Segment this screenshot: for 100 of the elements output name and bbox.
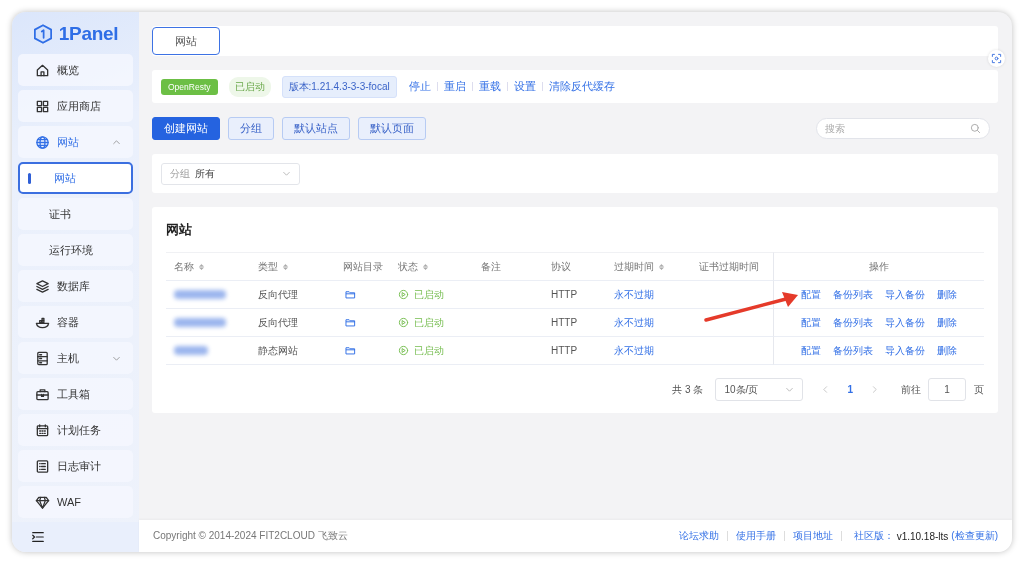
action-link[interactable]: 设置 [507,79,542,94]
sort-icon [198,261,205,272]
sidebar-item[interactable]: 容器 [18,306,133,338]
action-link[interactable]: 备份列表 [833,315,873,330]
toolbox-icon [35,386,50,402]
column-header[interactable]: 类型 [250,252,335,281]
version-tag: 版本:1.21.4.3-3-3-focal [281,75,397,98]
page-input[interactable]: 1 [928,378,966,401]
blurred-name [174,290,226,299]
edition-label: 社区版： [853,529,894,543]
footer-link[interactable]: 项目地址 [784,529,841,543]
action-link[interactable]: 停止 [402,79,437,94]
search-icon [970,123,981,134]
folder-icon [345,289,356,300]
action-link[interactable]: 导入备份 [885,343,925,358]
sidebar-item[interactable]: 网站 [18,126,133,158]
blurred-name [174,346,208,355]
action-link[interactable]: 导入备份 [885,315,925,330]
page-tab[interactable]: 网站 [152,27,220,55]
action-link[interactable]: 清除反代缓存 [542,79,621,94]
column-header: 协议 [543,252,606,281]
action-link[interactable]: 导入备份 [885,287,925,302]
sidebar-item[interactable]: 运行环境 [18,234,133,266]
sidebar-item[interactable]: 数据库 [18,270,133,302]
folder-icon [345,345,356,356]
update-link[interactable]: (检查更新) [951,529,998,543]
footer-link[interactable]: 论坛求助 [670,529,727,543]
action-link[interactable]: 删除 [937,343,957,358]
folder-icon [345,317,356,328]
action-link[interactable]: 删除 [937,287,957,302]
diamond-icon [35,494,50,510]
chevron-down-icon [785,385,795,394]
page-number[interactable]: 1 [847,384,853,395]
sidebar-item[interactable]: 计划任务 [18,414,133,446]
column-header[interactable]: 过期时间 [606,252,691,281]
calendar-icon [35,422,50,438]
chevron-right-icon [870,385,879,394]
section-title: 网站 [166,221,193,239]
column-header: 证书过期时间 [691,252,773,281]
expiry-link[interactable]: 永不过期 [614,287,654,302]
table-cell: HTTP [543,309,606,337]
expiry-link[interactable]: 永不过期 [614,315,654,330]
sidebar-item[interactable]: WAF [18,486,133,518]
active-indicator [28,172,31,184]
toolbar-button[interactable]: 创建网站 [152,117,220,140]
page-size-select[interactable]: 10条/页 [715,378,804,401]
grid-icon [35,98,50,114]
action-link[interactable]: 配置 [801,287,821,302]
sidebar-item[interactable]: 证书 [18,198,133,230]
layers-icon [35,278,50,294]
play-circle-icon [398,345,409,356]
sidebar-item[interactable]: 应用商店 [18,90,133,122]
screenshot-button[interactable] [988,50,1005,67]
status-text: 已启动 [414,315,444,330]
sort-icon [658,261,665,272]
action-link[interactable]: 备份列表 [833,287,873,302]
chevron-down-icon [282,169,291,178]
column-header[interactable]: 名称 [166,252,250,281]
action-link[interactable]: 配置 [801,343,821,358]
action-link[interactable]: 重载 [472,79,507,94]
sidebar-item[interactable]: 主机 [18,342,133,374]
app-badge: OpenResty [161,78,218,95]
menu-icon [30,530,46,544]
footer-link[interactable]: 使用手册 [727,529,784,543]
sidebar-item[interactable]: 日志审计 [18,450,133,482]
sidebar-item[interactable]: 工具箱 [18,378,133,410]
action-link[interactable]: 重启 [437,79,472,94]
page-unit: 页 [974,382,984,397]
logo-text: 1Panel [58,23,119,45]
status-badge: 已启动 [228,76,271,97]
chevron-up-icon [112,137,121,147]
play-circle-icon [398,289,409,300]
play-circle-icon [398,317,409,328]
toolbar-button[interactable]: 默认站点 [282,117,350,140]
globe-icon [35,134,50,150]
action-link[interactable]: 备份列表 [833,343,873,358]
action-link[interactable]: 配置 [801,315,821,330]
expiry-link[interactable]: 永不过期 [614,343,654,358]
column-header[interactable]: 状态 [390,252,473,281]
group-select[interactable]: 分组 所有 [161,162,300,185]
status-text: 已启动 [414,287,444,302]
table-cell: 静态网站 [250,337,335,365]
status-text: 已启动 [414,343,444,358]
action-link[interactable]: 删除 [937,315,957,330]
hexagon-logo-icon [32,23,53,45]
blurred-name [174,318,226,327]
sort-icon [282,261,289,272]
version-text: v1.10.18-lts [896,530,949,542]
column-header: 操作 [773,252,984,281]
column-header: 备注 [473,252,543,281]
table-cell: 反向代理 [250,281,335,309]
server-icon [35,350,50,366]
list-icon [35,458,50,474]
toolbar-button[interactable]: 默认页面 [358,117,426,140]
sidebar-item[interactable]: 网站 [18,162,133,194]
scan-icon [991,53,1002,64]
copyright-text: Copyright © 2014-2024 FIT2CLOUD 飞致云 [153,529,348,543]
sidebar-item[interactable]: 概览 [18,54,133,86]
table-cell: HTTP [543,337,606,365]
toolbar-button[interactable]: 分组 [228,117,274,140]
